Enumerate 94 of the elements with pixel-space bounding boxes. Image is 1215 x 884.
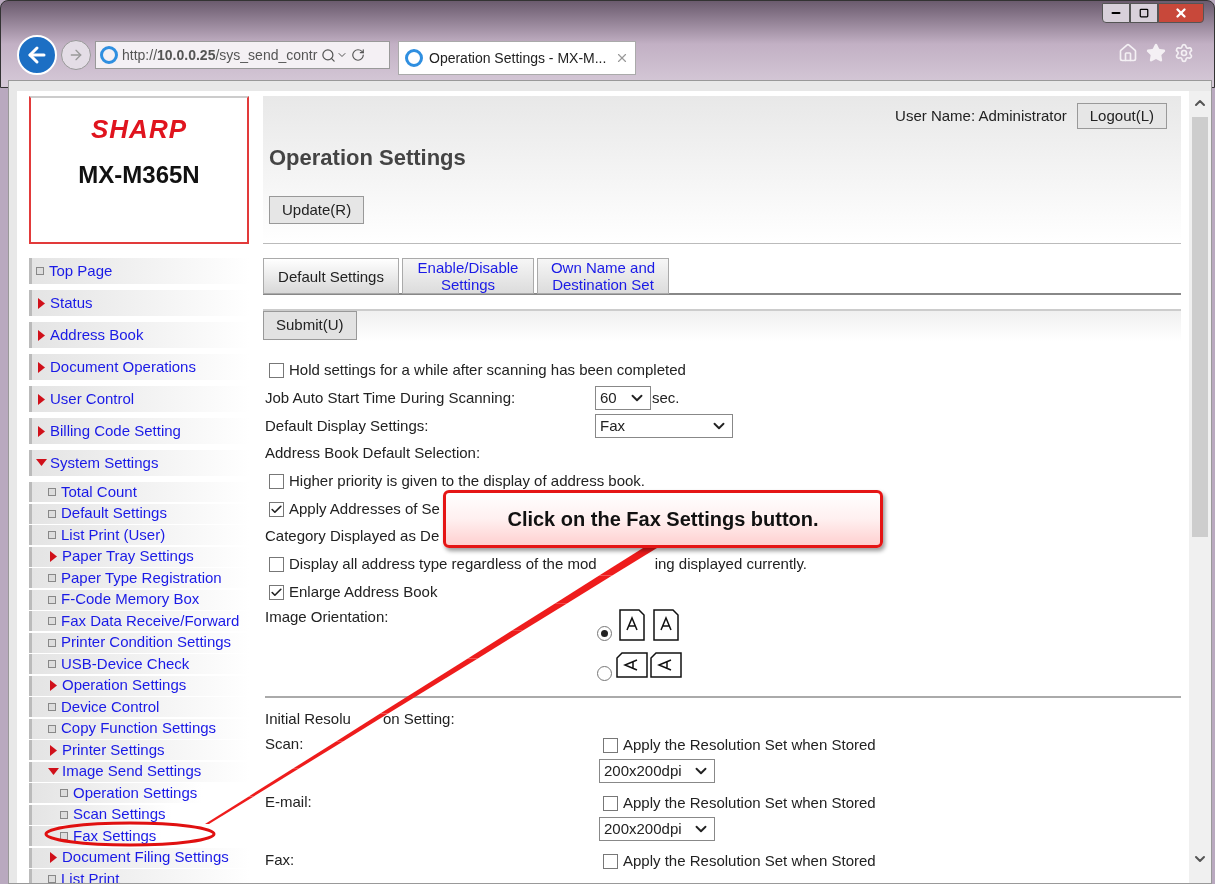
pointer-line-segment [511, 603, 568, 631]
square-bullet-icon [48, 488, 56, 496]
collapsed-triangle-icon [50, 551, 58, 562]
field-label: Default Display Settings: [265, 415, 430, 436]
section-label: Initial Resolu [265, 709, 351, 730]
checkbox[interactable] [603, 795, 618, 811]
dropdown[interactable]: 200x200dpi [599, 817, 715, 841]
star-icon[interactable] [1146, 43, 1166, 63]
close-button[interactable] [1158, 3, 1204, 23]
checkbox-label: ing displayed currently. [654, 553, 807, 574]
pointer-line-segment [599, 548, 657, 576]
checkbox[interactable] [603, 737, 618, 753]
collapsed-triangle-icon [38, 297, 46, 309]
logout-button[interactable]: Logout(L) [1076, 103, 1167, 129]
submit-button[interactable]: Submit(U) [263, 311, 357, 340]
square-bullet-icon [48, 531, 56, 539]
expanded-triangle-icon [36, 459, 47, 467]
square-bullet-icon [60, 832, 68, 840]
minimize-button[interactable] [1102, 3, 1130, 23]
close-tab-icon[interactable] [615, 51, 629, 65]
checkbox-label: Apply the Resolution Set when Stored [623, 734, 876, 755]
scrollbar[interactable] [1189, 91, 1211, 883]
tab[interactable]: Enable/Disable Settings [402, 258, 534, 294]
tab[interactable]: Default Settings [263, 258, 399, 294]
checkbox-label: Apply the Resolution Set when Stored [623, 850, 876, 871]
collapsed-triangle-icon [38, 393, 46, 405]
checkbox-label: Hold settings for a while after scanning has been completed [289, 359, 686, 380]
browser-logo-icon [100, 46, 118, 64]
tab[interactable]: Own Name and Destination Set [537, 258, 669, 294]
checkbox[interactable] [603, 853, 618, 869]
square-bullet-icon [48, 595, 56, 604]
checkbox[interactable] [269, 473, 284, 489]
square-bullet-icon [48, 617, 56, 625]
collapsed-triangle-icon [38, 361, 46, 373]
checkbox-label: Display all address type regardless of the mod [289, 553, 597, 574]
model-name: MX-M365N [78, 160, 200, 190]
collapsed-triangle-icon [50, 744, 58, 756]
collapsed-triangle-icon [50, 680, 58, 691]
close-icon [1174, 6, 1188, 20]
browser-tab[interactable]: Operation Settings - MX-M... [398, 41, 636, 75]
field-label: Job Auto Start Time During Scanning: [265, 387, 517, 408]
square-bullet-icon [48, 703, 56, 711]
section-label: Category Displayed as De [265, 526, 440, 547]
pointer-line-segment [467, 630, 523, 659]
refresh-icon[interactable] [351, 48, 366, 62]
checkbox[interactable] [269, 556, 284, 572]
collapsed-triangle-icon [50, 852, 58, 863]
checkbox-label: Apply Addresses of Se [289, 498, 440, 519]
checkbox[interactable] [269, 501, 284, 517]
square-bullet-icon [48, 724, 56, 733]
back-button[interactable] [17, 35, 57, 75]
address-bar[interactable]: http://10.0.0.25/sys_send_contr [95, 41, 390, 69]
update-button[interactable]: Update(R) [269, 196, 365, 224]
section-label: on Setting: [382, 709, 455, 730]
forward-arrow-icon [68, 47, 84, 63]
pointer-line-segment [555, 575, 613, 604]
field-label: Scan: [265, 734, 305, 753]
dropdown[interactable]: 200x200dpi [599, 759, 715, 783]
checkbox-label: Enlarge Address Book [289, 581, 438, 602]
pointer-line-segment [205, 796, 254, 824]
maximize-button[interactable] [1130, 3, 1158, 23]
square-bullet-icon [60, 789, 68, 797]
checkbox-label: Apply the Resolution Set when Stored [623, 792, 876, 813]
search-icon[interactable] [321, 47, 337, 63]
square-bullet-icon [48, 660, 56, 668]
maximize-icon [1139, 8, 1149, 18]
field-label: Fax: [265, 850, 296, 869]
brand-logo: SHARP [91, 113, 187, 146]
page-title: Operation Settings [269, 144, 467, 172]
square-bullet-icon [60, 810, 68, 819]
checkbox[interactable] [269, 362, 284, 378]
pointer-line-segment [248, 768, 299, 797]
square-bullet-icon [48, 638, 56, 647]
dropdown[interactable]: Fax [595, 414, 733, 438]
pointer-line-segment [424, 658, 478, 686]
pointer-line-segment [380, 686, 433, 714]
unit-label: sec. [652, 387, 680, 408]
square-bullet-icon [48, 509, 56, 518]
dropdown[interactable]: 60 [595, 386, 651, 410]
square-bullet-icon [36, 267, 44, 275]
square-bullet-icon [48, 574, 56, 582]
field-label: Image Orientation: [265, 608, 389, 625]
user-name-text: User Name: Administrator [895, 105, 1067, 126]
field-label: E-mail: [265, 792, 313, 811]
radio-button[interactable] [597, 626, 612, 641]
checkbox-label: Higher priority is given to the display of address book. [289, 470, 645, 491]
callout: Click on the Fax Settings button. [443, 490, 883, 548]
radio-button[interactable] [597, 666, 612, 681]
checkbox[interactable] [269, 584, 284, 600]
expanded-triangle-icon [48, 767, 59, 776]
section-label: Address Book Default Selection: [265, 443, 481, 464]
browser-logo-icon [405, 49, 423, 67]
collapsed-triangle-icon [38, 329, 46, 341]
collapsed-triangle-icon [38, 425, 46, 437]
